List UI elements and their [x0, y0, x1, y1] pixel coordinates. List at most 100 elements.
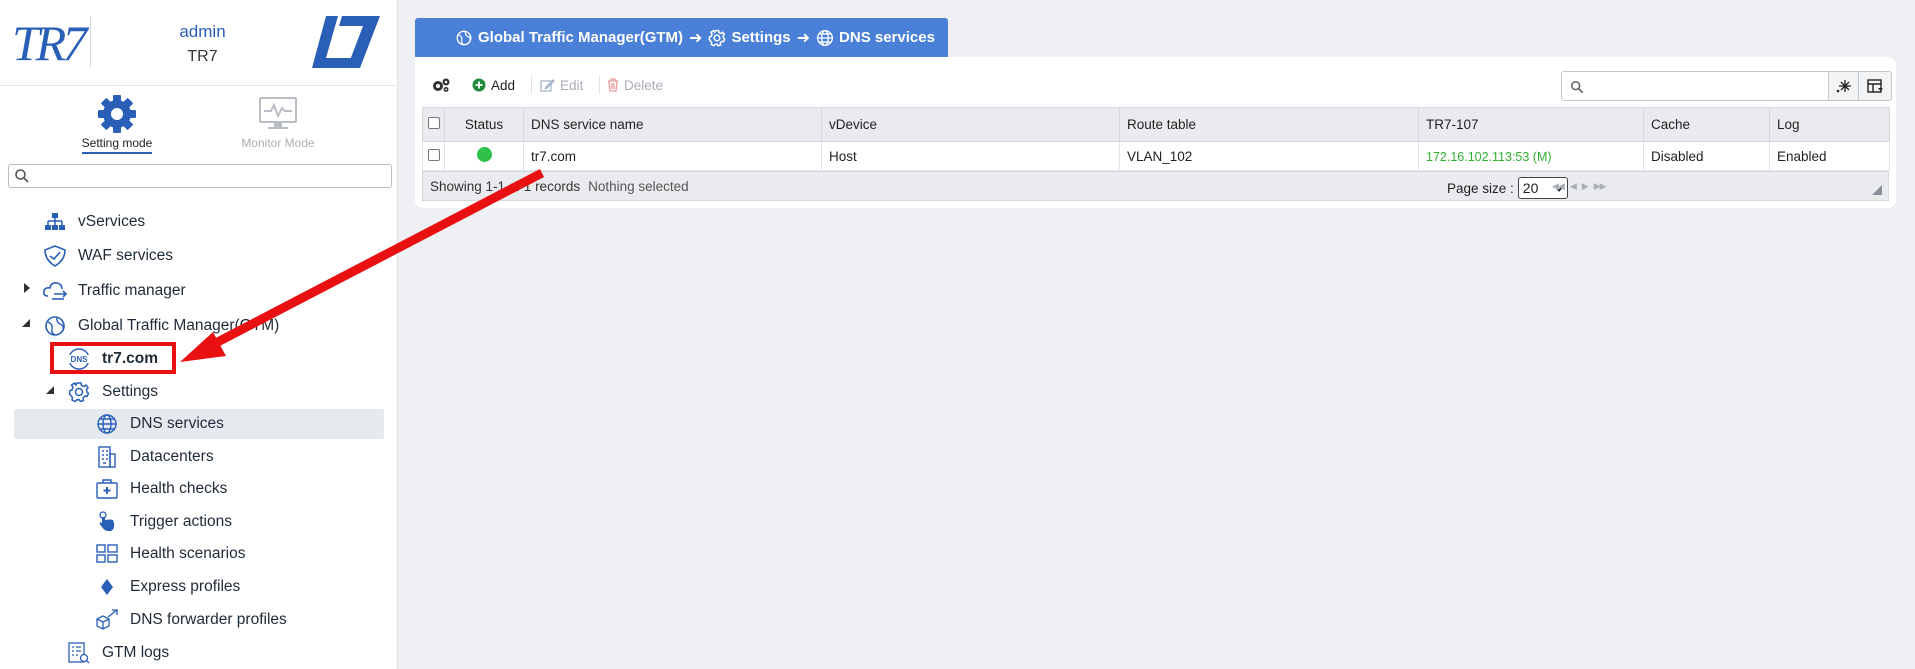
- sidebar-item-waf-services[interactable]: WAF services: [42, 241, 173, 271]
- mode-switcher: Setting mode Monitor Mode: [0, 92, 398, 158]
- sidebar-item-label: Trigger actions: [130, 513, 232, 530]
- sidebar-search-input[interactable]: [35, 167, 385, 185]
- globe-icon: [94, 412, 120, 436]
- sidebar-item-traffic-manager[interactable]: Traffic manager: [42, 276, 186, 306]
- page-size-label: Page size :: [1447, 180, 1514, 196]
- grid-footer: Showing 1-1 of 1 records Nothing selected…: [422, 171, 1889, 201]
- plus-circle-icon: [472, 78, 486, 92]
- clear-filter-button[interactable]: [1828, 71, 1859, 101]
- cache-cell: Disabled: [1643, 141, 1770, 171]
- table-row[interactable]: tr7.com Host VLAN_102 172.16.102.113:53 …: [422, 141, 1890, 171]
- globe-network-icon: [455, 29, 473, 47]
- add-button[interactable]: Add: [472, 75, 515, 95]
- dns-services-table: Status DNS service name vDevice Route ta…: [422, 107, 1890, 171]
- user-name[interactable]: admin: [140, 22, 265, 42]
- search-icon: [15, 169, 29, 183]
- gear-icon: [66, 380, 92, 404]
- status-up-indicator: [476, 147, 492, 162]
- brand-header: TR7 admin TR7: [0, 0, 398, 86]
- breadcrumb-item-settings[interactable]: Settings: [731, 29, 790, 46]
- breadcrumb-item-dns-services: DNS services: [839, 29, 935, 46]
- sidebar-item-trigger-actions[interactable]: Trigger actions: [94, 507, 232, 537]
- first-page-icon[interactable]: ◀◀: [1552, 181, 1565, 192]
- row-checkbox[interactable]: [428, 148, 440, 161]
- grid-status: Showing 1-1 of 1 records Nothing selected: [430, 179, 689, 194]
- sidebar-item-settings[interactable]: Settings: [66, 377, 158, 407]
- caret-down-icon[interactable]: [21, 318, 31, 328]
- delete-button-label: Delete: [624, 77, 664, 93]
- divider: [599, 76, 600, 94]
- grid-search: [1561, 71, 1829, 101]
- column-header-cache[interactable]: Cache: [1643, 107, 1770, 142]
- sparkle-icon: [1836, 80, 1851, 93]
- dns-service-name-cell: tr7.com: [523, 141, 822, 171]
- selection-text: Nothing selected: [588, 179, 689, 194]
- sidebar-item-label: Settings: [102, 383, 159, 400]
- next-page-icon[interactable]: ▶: [1582, 181, 1589, 192]
- prev-page-icon[interactable]: ◀: [1570, 181, 1577, 192]
- sidebar-item-label: Health scenarios: [130, 545, 246, 562]
- sidebar-item-datacenters[interactable]: Datacenters: [94, 442, 214, 472]
- monitor-mode-button[interactable]: Monitor Mode: [218, 92, 338, 158]
- sidebar-item-health-checks[interactable]: Health checks: [94, 474, 227, 504]
- column-header-log[interactable]: Log: [1769, 107, 1890, 142]
- edit-button-label: Edit: [560, 77, 584, 93]
- log-cell: Enabled: [1769, 141, 1890, 171]
- resize-grip-icon[interactable]: [1872, 185, 1882, 195]
- grid-toolbar: Add Edit Delete: [415, 57, 1896, 106]
- edit-button[interactable]: Edit: [540, 75, 583, 95]
- sidebar-item-dns-forwarder-profiles[interactable]: DNS forwarder profiles: [94, 605, 287, 635]
- main-content: Global Traffic Manager(GTM) ➜ Settings ➜…: [399, 0, 1915, 669]
- delete-button[interactable]: Delete: [607, 75, 663, 95]
- l7-logo-icon: [312, 16, 380, 68]
- divider: [531, 76, 532, 94]
- brand-logo-text: TR7: [12, 15, 87, 71]
- sidebar-item-vservices[interactable]: vServices: [42, 207, 145, 237]
- sidebar-item-health-scenarios[interactable]: Health scenarios: [94, 539, 245, 569]
- search-icon: [1570, 80, 1584, 94]
- grid-search-input[interactable]: [1590, 77, 1820, 95]
- tr7-107-cell: 172.16.102.113:53 (M): [1418, 141, 1644, 171]
- column-header-dns-service-name[interactable]: DNS service name: [523, 107, 822, 142]
- sidebar-item-label: DNS forwarder profiles: [130, 611, 287, 628]
- column-header-route-table[interactable]: Route table: [1119, 107, 1419, 142]
- breadcrumb: Global Traffic Manager(GTM) ➜ Settings ➜…: [415, 18, 948, 57]
- table-header-row: Status DNS service name vDevice Route ta…: [422, 107, 1890, 142]
- add-button-label: Add: [491, 77, 516, 93]
- last-page-icon[interactable]: ▶▶: [1594, 181, 1607, 192]
- column-header-tr7-107[interactable]: TR7-107: [1418, 107, 1644, 142]
- globe-icon: [816, 29, 834, 47]
- sidebar-item-gtm-logs[interactable]: GTM logs: [66, 638, 169, 668]
- records-count-text: Showing 1-1 of 1 records: [430, 179, 581, 194]
- caret-down-icon[interactable]: [45, 385, 55, 395]
- arrow-right-icon: ➜: [689, 29, 703, 47]
- gear-icon: [98, 95, 136, 133]
- sidebar-item-dns-services[interactable]: DNS services: [14, 409, 384, 439]
- column-header-status[interactable]: Status: [444, 107, 524, 142]
- select-all-header: [422, 107, 445, 142]
- monitor-icon: [259, 97, 297, 129]
- breadcrumb-item-gtm[interactable]: Global Traffic Manager(GTM): [478, 29, 683, 46]
- grid-settings-button[interactable]: [431, 75, 451, 95]
- column-chooser-button[interactable]: [1858, 71, 1892, 101]
- table-columns-icon: [1866, 78, 1883, 93]
- gear-icon: [708, 29, 727, 47]
- caret-right-icon[interactable]: [22, 283, 32, 293]
- hierarchy-icon: [42, 210, 68, 234]
- select-all-checkbox[interactable]: [428, 117, 440, 129]
- sidebar: TR7 admin TR7 Setting mode Monitor Mode …: [0, 0, 398, 669]
- sidebar-item-label: vServices: [78, 213, 146, 230]
- edit-icon: [540, 78, 555, 92]
- sidebar-item-gtm[interactable]: Global Traffic Manager(GTM): [42, 311, 279, 341]
- cloud-sync-icon: [42, 279, 68, 303]
- sidebar-item-label: DNS services: [130, 415, 224, 432]
- setting-mode-label: Setting mode: [81, 136, 153, 154]
- sidebar-item-express-profiles[interactable]: Express profiles: [94, 572, 240, 602]
- setting-mode-button[interactable]: Setting mode: [57, 92, 177, 158]
- column-header-vdevice[interactable]: vDevice: [821, 107, 1120, 142]
- sidebar-item-label: Global Traffic Manager(GTM): [78, 317, 280, 334]
- vdevice-cell: Host: [821, 141, 1120, 171]
- status-cell: [444, 141, 524, 171]
- hand-pointer-icon: [94, 510, 120, 534]
- pager: ◀◀ ◀ ▶ ▶▶: [1552, 181, 1607, 192]
